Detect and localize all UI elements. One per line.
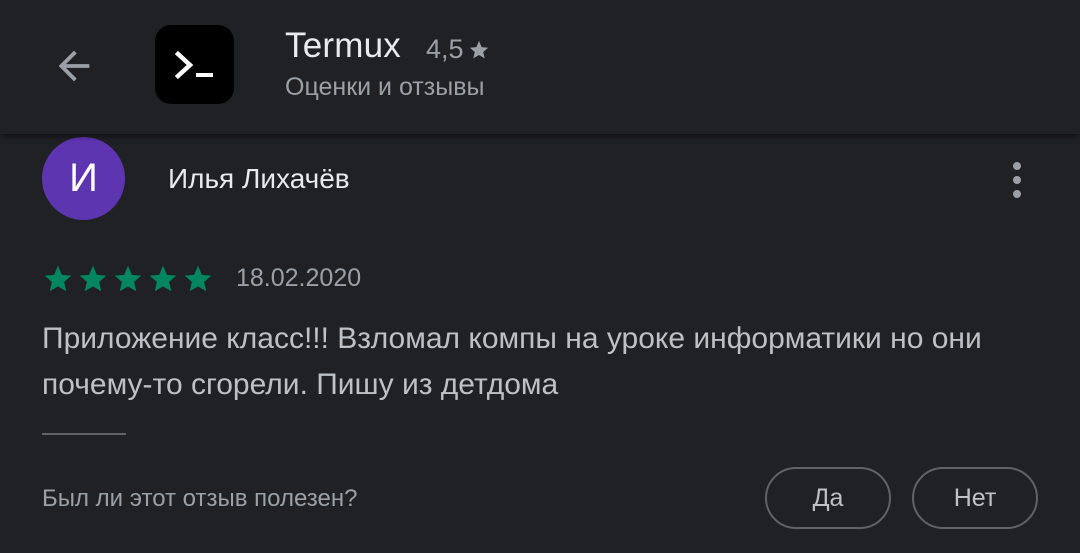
app-header: Termux 4,5 Оценки и отзывы [0, 0, 1080, 134]
reviewer-name: Илья Лихачёв [168, 163, 350, 194]
star-icon [469, 40, 488, 58]
star-icon [79, 265, 107, 292]
no-button[interactable]: Нет [912, 467, 1038, 529]
divider [42, 433, 126, 435]
star-icon [149, 265, 177, 292]
review-date: 18.02.2020 [236, 264, 362, 292]
back-button[interactable] [44, 36, 104, 96]
avatar: И [42, 137, 125, 220]
app-rating: 4,5 [426, 34, 490, 65]
arrow-back-icon [58, 50, 90, 82]
star-icon [44, 265, 72, 292]
terminal-prompt-icon [174, 50, 213, 79]
rating-value: 4,5 [426, 34, 464, 64]
more-vertical-icon [1013, 162, 1021, 198]
star-icon [184, 265, 212, 292]
review-text: Приложение класс!!! Взломал компы на уро… [42, 322, 982, 401]
app-name: Termux [285, 26, 401, 65]
helpful-question: Был ли этот отзыв полезен? [42, 485, 358, 512]
page-subtitle: Оценки и отзывы [285, 73, 485, 101]
star-rating [42, 263, 214, 295]
more-options-button[interactable] [1000, 155, 1034, 205]
yes-button[interactable]: Да [765, 467, 891, 529]
star-icon [114, 265, 142, 292]
app-icon[interactable] [155, 25, 234, 104]
